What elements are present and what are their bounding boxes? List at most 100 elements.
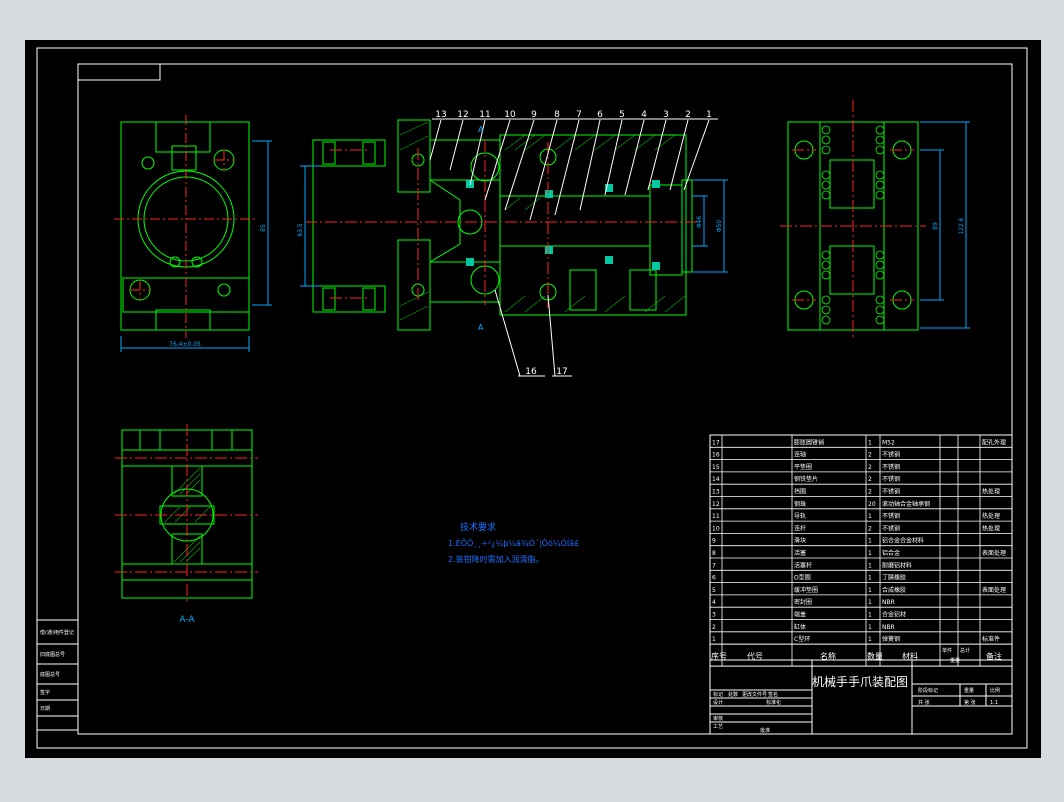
- bom-cell: 缸体: [794, 623, 806, 631]
- bom-cell: 5: [712, 587, 716, 594]
- bom-cell: 1: [712, 636, 716, 643]
- bom-cell: 1: [868, 439, 872, 446]
- bom-cell: 1: [868, 513, 872, 520]
- callout-7: 7: [576, 110, 582, 120]
- bom-cell: 17: [712, 439, 720, 446]
- callout-9: 9: [531, 110, 537, 120]
- bom-cell: 平垫圈: [794, 463, 812, 471]
- bom-cell: 1: [868, 538, 872, 545]
- svg-text:底图总号: 底图总号: [40, 671, 60, 678]
- bom-cell: 不锈钢: [882, 524, 900, 532]
- svg-text:处数: 处数: [728, 691, 738, 698]
- cad-drawing-window: 76.4±0.05 8 5 63.5 Φ46 Φ50 13 12 11 10 9 …: [0, 0, 1064, 798]
- bom-header-unit: 单件: [942, 647, 952, 654]
- bom-cell: 1: [868, 612, 872, 619]
- bom-cell: 活塞杆: [794, 561, 812, 569]
- bom-cell: 1: [868, 624, 872, 631]
- callout-13: 13: [435, 110, 446, 120]
- svg-text:签字: 签字: [40, 689, 50, 696]
- bom-cell: 2: [712, 624, 716, 631]
- dim-main-bore-a: Φ46: [696, 216, 703, 229]
- dim-main-bore-b: Φ50: [716, 220, 723, 233]
- bom-cell: 连杆: [794, 524, 806, 532]
- callout-11: 11: [479, 110, 490, 120]
- bom-cell: 合金铝材: [882, 611, 906, 619]
- bom-cell: 活塞: [794, 549, 806, 557]
- bom-cell: 10: [712, 525, 720, 532]
- svg-text:标准化: 标准化: [766, 699, 781, 706]
- callout-4: 4: [641, 110, 647, 120]
- bom-cell: 1: [868, 575, 872, 582]
- bom-header-weight: 重量: [950, 657, 960, 664]
- dim-main-left: 63.5: [297, 223, 304, 237]
- bom-cell: 1: [868, 599, 872, 606]
- svg-text:更改文件号: 更改文件号: [742, 691, 767, 698]
- sheet-background: [25, 40, 1041, 758]
- section-mark-bottom: A: [478, 323, 484, 332]
- bom-cell: 不锈钢: [882, 512, 900, 520]
- bom-cell: 9: [712, 538, 716, 545]
- bom-cell: 滑块: [794, 537, 806, 545]
- bom-header-unit: 总计: [960, 647, 970, 654]
- bom-cell: 不锈钢: [882, 451, 900, 459]
- svg-text:签名: 签名: [768, 691, 778, 698]
- bom-cell: 16: [712, 452, 720, 459]
- bom-cell: 2: [868, 489, 872, 496]
- dim-right-b: 122.6: [958, 217, 965, 234]
- bom-cell: 铝合金合金材料: [882, 537, 924, 545]
- svg-text:比例: 比例: [990, 687, 1000, 694]
- bom-cell: 2: [868, 464, 872, 471]
- bom-cell: 20: [868, 501, 876, 508]
- section-mark-top: A: [478, 125, 484, 134]
- callout-5: 5: [619, 110, 625, 120]
- bom-cell: 表面处理: [982, 549, 1006, 557]
- callout-12: 12: [457, 110, 468, 120]
- dim-right-a: 89: [932, 222, 939, 230]
- svg-text:标记: 标记: [713, 691, 723, 698]
- bom-cell: 配孔外理: [982, 438, 1006, 446]
- bom-cell: 1: [868, 562, 872, 569]
- bom-cell: 1: [868, 636, 872, 643]
- bom-cell: 耐磨铝材料: [882, 561, 912, 569]
- bom-cell: 8: [712, 550, 716, 557]
- bom-cell: 1: [868, 587, 872, 594]
- svg-text:设计: 设计: [713, 699, 723, 706]
- bom-cell: 弹簧钢: [882, 635, 900, 643]
- bom-cell: NBR: [882, 599, 895, 606]
- bom-cell: 导轨: [794, 512, 806, 520]
- bom-cell: O型圈: [794, 574, 811, 582]
- bom-cell: 不锈钢: [882, 475, 900, 483]
- bom-cell: 7: [712, 562, 716, 569]
- svg-text:第 张: 第 张: [964, 699, 976, 706]
- title-block-name: 机械手手爪装配图: [812, 674, 908, 689]
- bom-cell: 热处理: [982, 488, 1000, 496]
- callout-17: 17: [556, 367, 567, 377]
- bom-cell: 表面处理: [982, 586, 1006, 594]
- bom-cell: 钢珠: [794, 500, 806, 508]
- callout-3: 3: [663, 110, 669, 120]
- svg-text:批准: 批准: [760, 727, 770, 734]
- bom-cell: 热处理: [982, 512, 1000, 520]
- bom-cell: 丁腈橡胶: [882, 574, 906, 582]
- bom-cell: 挡圈: [794, 488, 806, 496]
- bom-cell: 端盖: [794, 611, 806, 619]
- bom-cell: 2: [868, 525, 872, 532]
- bom-cell: 1: [868, 550, 872, 557]
- svg-text:阶段标记: 阶段标记: [918, 687, 938, 694]
- svg-text:重量: 重量: [964, 687, 974, 694]
- bom-cell: 标准件: [982, 635, 1000, 643]
- section-label: A-A: [179, 615, 195, 625]
- bom-cell: 膨胀圆锥销: [794, 438, 824, 446]
- callout-6: 6: [597, 110, 603, 120]
- svg-text:1:1: 1:1: [990, 700, 998, 706]
- drawing-canvas[interactable]: 76.4±0.05 8 5 63.5 Φ46 Φ50 13 12 11 10 9 …: [0, 0, 1064, 798]
- dim-left-width: 76.4±0.05: [169, 341, 201, 348]
- bom-cell: 6: [712, 575, 716, 582]
- bom-cell: 铝合金: [882, 549, 900, 557]
- callout-16: 16: [525, 367, 537, 377]
- callout-10: 10: [504, 110, 516, 120]
- bom-cell: 滚动轴合金轴承钢: [882, 500, 930, 508]
- tech-req-heading: 技术要求: [460, 521, 496, 533]
- svg-text:借(通)用件登记: 借(通)用件登记: [40, 629, 74, 636]
- bom-cell: NBR: [882, 624, 895, 631]
